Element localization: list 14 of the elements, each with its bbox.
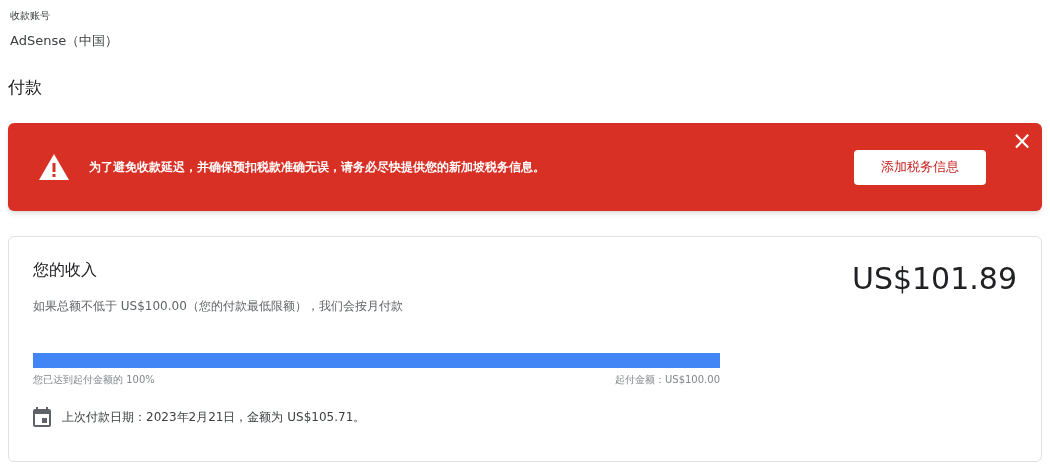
warning-icon: [38, 153, 70, 181]
threshold-label: 起付金额：US$100.00: [614, 373, 720, 387]
account-value: AdSense（中国）: [10, 32, 120, 50]
last-payment-text: 上次付款日期：2023年2月21日，金额为 US$105.71。: [62, 409, 366, 426]
field-label: 收款账号: [10, 9, 51, 23]
progress-label: 您已达到起付金额的 100%: [33, 373, 155, 387]
earnings-amount: US$101.89: [851, 261, 1017, 298]
calendar-icon: [33, 407, 51, 427]
alert-message: 为了避免收款延迟，并确保预扣税款准确无误，请务必尽快提供您的新加坡税务信息。: [89, 159, 546, 176]
card-title: 您的收入: [33, 259, 98, 281]
description: 如果总额不低于 US$100.00（您的付款最低限额），我们会按月付款: [33, 298, 403, 315]
section-title: 付款: [8, 76, 43, 98]
add-tax-info-button[interactable]: 添加税务信息: [854, 149, 986, 185]
close-button[interactable]: ×: [1011, 127, 1032, 155]
